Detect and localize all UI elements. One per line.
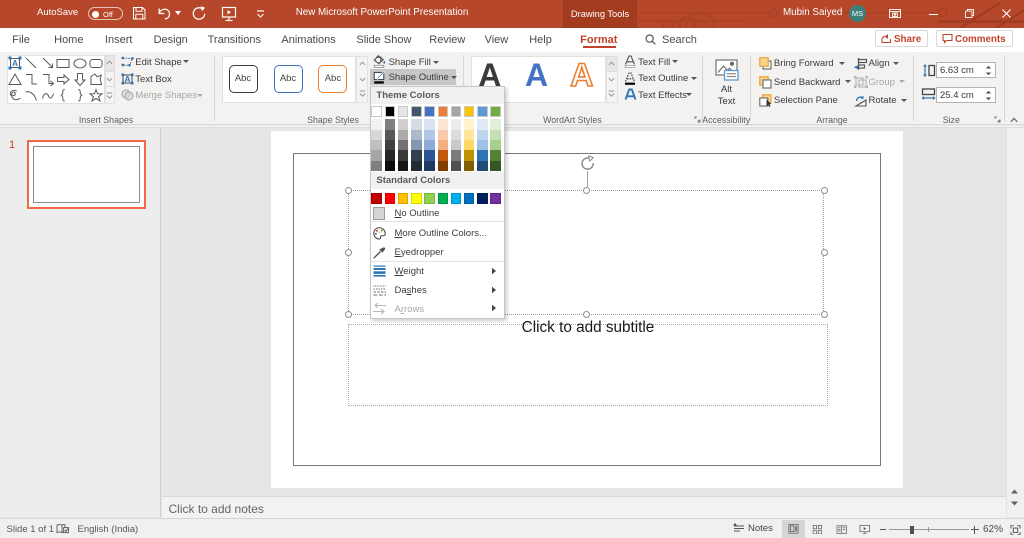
svg-text:A: A bbox=[124, 74, 130, 84]
svg-text:A: A bbox=[12, 59, 18, 68]
